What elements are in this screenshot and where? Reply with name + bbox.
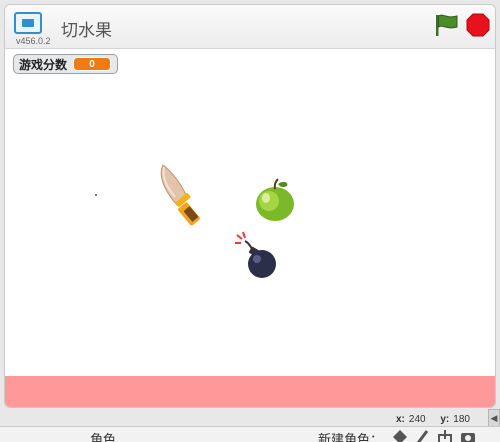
- y-label: y:: [440, 414, 450, 425]
- sprites-tab[interactable]: 角色: [90, 429, 116, 442]
- sprite-panel: 角色 新建角色：: [0, 426, 500, 442]
- paint-sprite-icon[interactable]: [392, 429, 408, 442]
- bomb-icon[interactable]: [231, 229, 279, 279]
- project-title[interactable]: 切水果: [61, 16, 112, 41]
- title-bar: 切水果 v456.0.2: [5, 5, 495, 49]
- fullscreen-icon-inner: [22, 19, 34, 27]
- stage-window: 切水果 v456.0.2 游戏分数 0: [4, 4, 496, 408]
- scroll-left-arrow[interactable]: ◀: [488, 409, 500, 427]
- version-label: v456.0.2: [16, 36, 51, 46]
- mouse-coordinates: x: 240 y: 180: [396, 414, 482, 425]
- variable-value: 0: [73, 57, 112, 71]
- camera-icon[interactable]: [460, 429, 476, 442]
- stage-canvas[interactable]: 游戏分数 0: [5, 49, 495, 407]
- stop-icon[interactable]: [466, 13, 490, 37]
- stray-dot: [95, 194, 97, 196]
- x-value: 240: [408, 414, 426, 425]
- x-label: x:: [396, 414, 405, 425]
- variable-monitor[interactable]: 游戏分数 0: [13, 54, 119, 74]
- brush-icon[interactable]: [414, 429, 430, 442]
- y-value: 180: [453, 414, 470, 425]
- upload-icon[interactable]: [437, 429, 453, 442]
- new-sprite-label: 新建角色：: [318, 432, 384, 442]
- green-flag-icon[interactable]: [433, 13, 459, 37]
- apple-icon[interactable]: [253, 177, 297, 223]
- fullscreen-icon[interactable]: [14, 12, 42, 34]
- knife-icon[interactable]: [155, 163, 211, 233]
- variable-label: 游戏分数: [19, 57, 68, 72]
- ground-strip: [5, 376, 495, 407]
